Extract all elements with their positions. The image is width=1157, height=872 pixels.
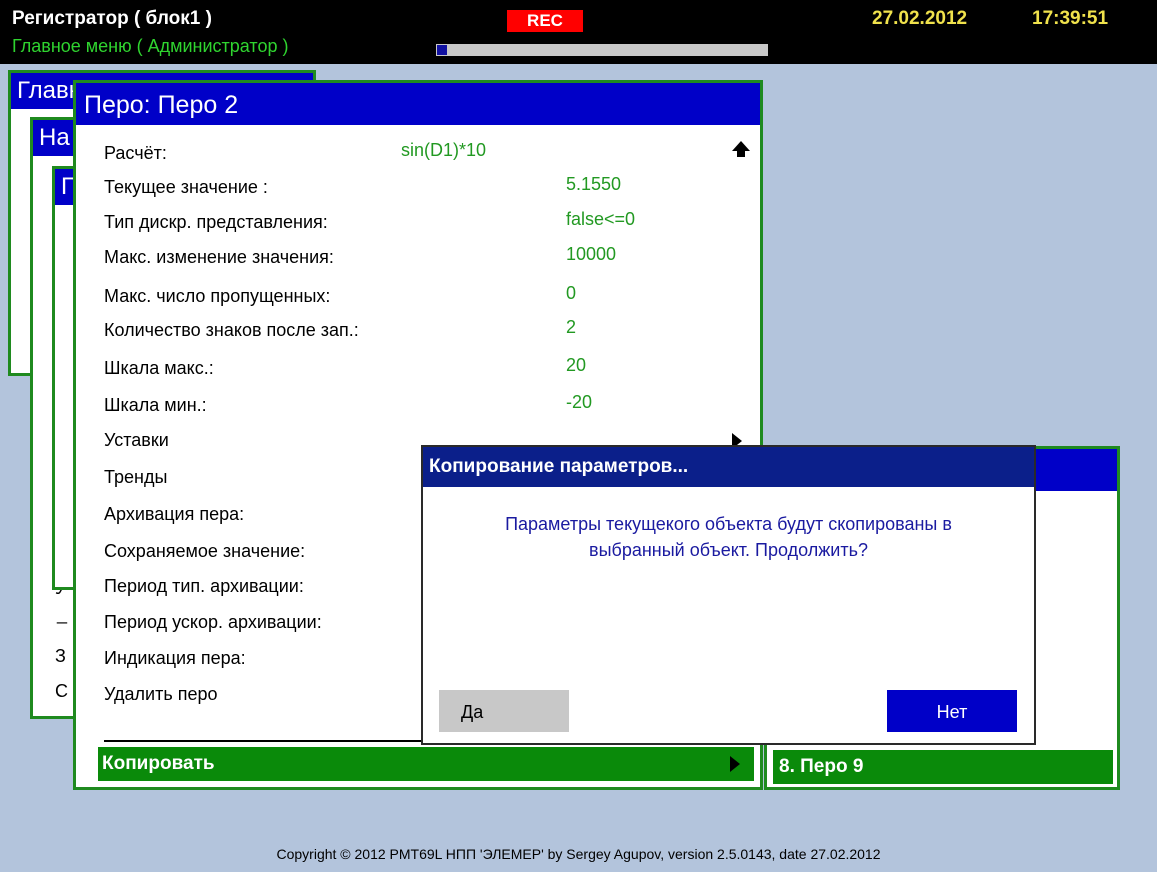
menu-fragment-3: З bbox=[55, 646, 66, 666]
divider bbox=[104, 740, 434, 742]
dialog-message-line-1: Параметры текущекого объекта будут скопи… bbox=[505, 514, 952, 534]
progress-bar bbox=[436, 44, 768, 56]
menu-fragment-2: _ bbox=[57, 604, 68, 624]
row-fast-archive-period[interactable]: Период ускор. архивации: bbox=[104, 609, 322, 635]
row-max-missed-value: 0 bbox=[566, 283, 577, 303]
dialog-message: Параметры текущекого объекта будут скопи… bbox=[423, 511, 1034, 563]
row-max-change-value: 10000 bbox=[566, 244, 617, 264]
row-max-missed-label[interactable]: Макс. число пропущенных: bbox=[104, 283, 330, 309]
row-saved-value[interactable]: Сохраняемое значение: bbox=[104, 538, 305, 564]
row-scale-max-value: 20 bbox=[566, 355, 587, 375]
time-display: 17:39:51 bbox=[1032, 8, 1109, 29]
copy-menu-item[interactable]: Копировать bbox=[98, 747, 754, 781]
scroll-up-icon[interactable] bbox=[732, 141, 750, 157]
dialog-message-line-2: выбранный объект. Продолжить? bbox=[589, 540, 868, 560]
row-scale-min-label[interactable]: Шкала мин.: bbox=[104, 392, 207, 418]
breadcrumb: Главное меню ( Администратор ) bbox=[12, 36, 289, 56]
row-current-value: 5.1550 bbox=[566, 174, 622, 194]
app-title: Регистратор ( блок1 ) bbox=[12, 8, 212, 29]
copy-confirm-dialog: Копирование параметров... Параметры теку… bbox=[421, 445, 1036, 745]
yes-button[interactable]: Да bbox=[439, 690, 569, 732]
row-setpoints[interactable]: Уставки bbox=[104, 427, 169, 453]
copyright-footer: Copyright © 2012 PMT69L НПП 'ЭЛЕМЕР' by … bbox=[276, 846, 881, 862]
row-discrete-type-value: false<=0 bbox=[566, 209, 636, 229]
target-pen-selected[interactable]: 8. Перо 9 bbox=[773, 750, 1113, 784]
pen-window-title: Перо: Перо 2 bbox=[76, 83, 760, 125]
menu-fragment-4: С bbox=[55, 681, 68, 701]
row-max-change-label[interactable]: Макс. изменение значения: bbox=[104, 244, 334, 270]
row-archive-period[interactable]: Период тип. архивации: bbox=[104, 573, 304, 599]
row-calc-label[interactable]: Расчёт: bbox=[104, 140, 167, 166]
row-discrete-type-label[interactable]: Тип дискр. представления: bbox=[104, 209, 328, 235]
row-decimals-label[interactable]: Количество знаков после зап.: bbox=[104, 317, 359, 343]
row-pen-indication[interactable]: Индикация пера: bbox=[104, 645, 246, 671]
row-decimals-value: 2 bbox=[566, 317, 577, 337]
row-trends[interactable]: Тренды bbox=[104, 464, 167, 490]
row-calc-value: sin(D1)*10 bbox=[401, 140, 487, 160]
chevron-right-icon bbox=[730, 756, 740, 772]
row-scale-min-value: -20 bbox=[566, 392, 593, 412]
status-bar: Регистратор ( блок1 ) Главное меню ( Адм… bbox=[0, 0, 1157, 64]
row-current-value-label[interactable]: Текущее значение : bbox=[104, 174, 268, 200]
rec-indicator: REC bbox=[507, 10, 583, 32]
dialog-title: Копирование параметров... bbox=[423, 447, 1034, 487]
no-button[interactable]: Нет bbox=[887, 690, 1017, 732]
progress-fill bbox=[437, 45, 447, 55]
row-delete-pen[interactable]: Удалить перо bbox=[104, 681, 218, 707]
row-pen-archive[interactable]: Архивация пера: bbox=[104, 501, 244, 527]
row-scale-max-label[interactable]: Шкала макс.: bbox=[104, 355, 214, 381]
copy-label: Копировать bbox=[102, 753, 215, 774]
date-display: 27.02.2012 bbox=[872, 8, 968, 29]
